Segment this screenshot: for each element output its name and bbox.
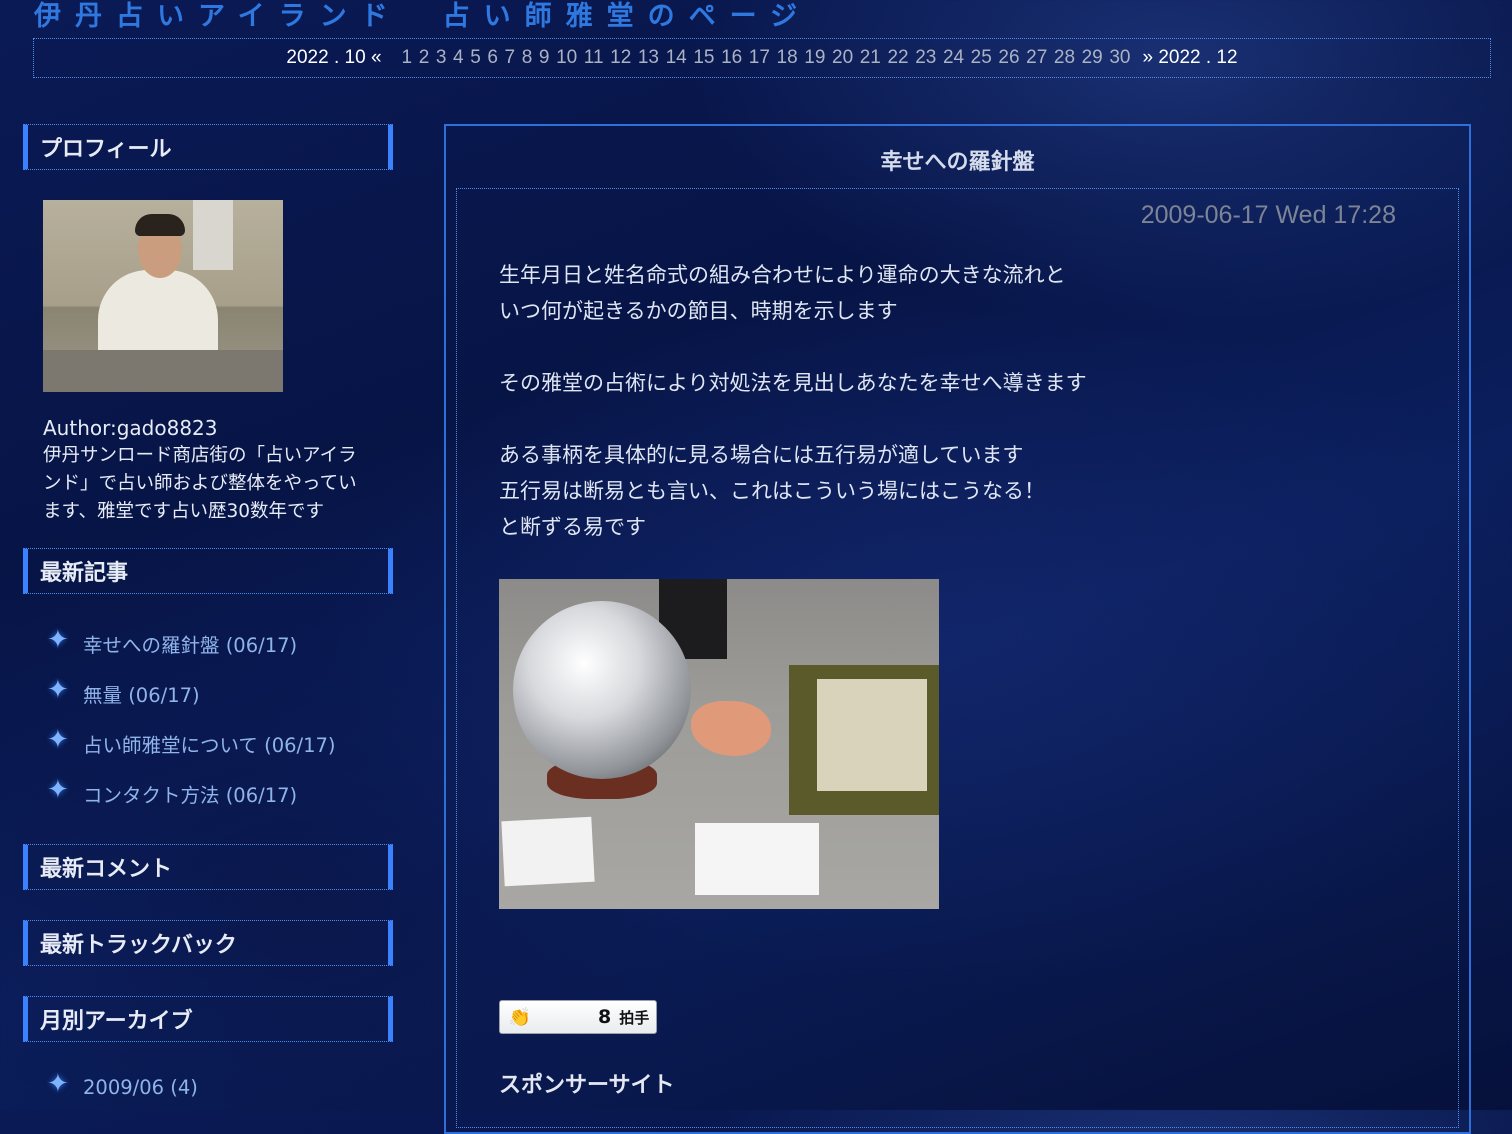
list-item: 無量 (06/17) [43,668,393,718]
calendar-day-30[interactable]: 30 [1109,47,1130,69]
calendar-day-27[interactable]: 27 [1026,47,1047,69]
entry-date: 2009-06-17 Wed 17:28 [1140,201,1396,229]
calendar-day-7[interactable]: 7 [505,47,516,69]
site-title[interactable]: 伊丹占いアイランド 占い師雅堂のページ [34,0,811,33]
calendar-day-12[interactable]: 12 [610,47,631,69]
entry-paragraph: ある事柄を具体的に見る場合には五行易が適しています 五行易は断易とも言い、これはこ… [499,443,1045,539]
recent-post-link[interactable]: コンタクト方法 (06/17) [83,779,297,808]
recent-post-link[interactable]: 幸せへの羅針盤 (06/17) [83,629,297,658]
calendar-day-16[interactable]: 16 [721,47,742,69]
star-icon [43,775,75,809]
clap-label: 拍手 [619,1008,650,1027]
recent-posts-list: 幸せへの羅針盤 (06/17) 無量 (06/17) 占い師雅堂について (06… [23,594,393,838]
calendar-day-19[interactable]: 19 [804,47,825,69]
calendar-day-21[interactable]: 21 [860,47,881,69]
recent-trackbacks-heading: 最新トラックバック [23,920,393,966]
clap-icon: 👏 [508,1006,532,1028]
calendar-bar: 2022 . 10 « 1 2 3 4 5 6 7 8 9 10 11 12 13 14 15 16 17 18 1… [33,38,1491,78]
calendar-day-29[interactable]: 29 [1082,47,1103,69]
entry-text: 生年月日と姓名命式の組み合わせにより運命の大きな流れと いつ何が起きるかの節目、時… [499,257,1087,581]
calendar-day-1[interactable]: 1 [402,47,413,69]
archives-list: 2009/06 (4) [23,1042,393,1132]
calendar-day-25[interactable]: 25 [971,47,992,69]
recent-post-link[interactable]: 占い師雅堂について (06/17) [83,729,336,758]
entry-panel: 幸せへの羅針盤 2009-06-17 Wed 17:28 生年月日と姓名命式の組… [444,124,1471,1134]
profile-author: Author:gado8823 [43,416,218,440]
calendar-day-5[interactable]: 5 [470,47,481,69]
calendar-day-11[interactable]: 11 [584,47,604,69]
list-item: 占い師雅堂について (06/17) [43,718,393,768]
calendar-day-26[interactable]: 26 [998,47,1019,69]
calendar-day-13[interactable]: 13 [638,47,659,69]
list-item: 2009/06 (4) [43,1062,393,1112]
calendar-day-10[interactable]: 10 [556,47,577,69]
entry-title[interactable]: 幸せへの羅針盤 [446,144,1469,176]
calendar-day-4[interactable]: 4 [453,47,464,69]
calendar-day-28[interactable]: 28 [1054,47,1075,69]
sidebar: プロフィール Author:gado8823 伊丹サンロード商店街の「占いアイラ… [23,124,393,1132]
star-icon [43,725,75,759]
calendar-day-2[interactable]: 2 [419,47,430,69]
calendar-day-17[interactable]: 17 [749,47,770,69]
calendar-day-22[interactable]: 22 [887,47,908,69]
list-item: 幸せへの羅針盤 (06/17) [43,618,393,668]
calendar-day-24[interactable]: 24 [943,47,964,69]
calendar-day-20[interactable]: 20 [832,47,853,69]
star-icon [43,675,75,709]
clap-count: 8 [598,1006,612,1028]
calendar-day-6[interactable]: 6 [487,47,498,69]
calendar-prev-link[interactable]: 2022 . 10 « [286,47,381,69]
list-item: コンタクト方法 (06/17) [43,768,393,818]
profile-text: Author:gado8823 伊丹サンロード商店街の「占いアイランド」で占い師… [43,414,373,526]
calendar-day-9[interactable]: 9 [539,47,550,69]
profile-heading: プロフィール [23,124,393,170]
sponsor-heading: スポンサーサイト [499,1073,675,1098]
avatar [43,200,283,392]
calendar-next-link[interactable]: » 2022 . 12 [1142,47,1237,69]
entry-paragraph: その雅堂の占術により対処法を見出しあなたを幸せへ導きます [499,371,1087,395]
star-icon [43,625,75,659]
calendar-day-14[interactable]: 14 [666,47,687,69]
calendar-day-3[interactable]: 3 [436,47,447,69]
archives-heading: 月別アーカイブ [23,996,393,1042]
calendar-day-15[interactable]: 15 [693,47,714,69]
star-icon [43,1069,75,1103]
archive-link[interactable]: 2009/06 (4) [83,1076,198,1099]
calendar-days: 1 2 3 4 5 6 7 8 9 10 11 12 13 14 15 16 17 18 19 20 21 22 23 24 2… [402,47,1131,69]
recent-posts-heading: 最新記事 [23,548,393,594]
profile-description: 伊丹サンロード商店街の「占いアイランド」で占い師および整体をやっています、雅堂で… [43,445,357,522]
entry-body: 2009-06-17 Wed 17:28 生年月日と姓名命式の組み合わせにより運… [456,188,1459,1128]
recent-post-link[interactable]: 無量 (06/17) [83,679,200,708]
entry-photo [499,579,939,909]
calendar-day-8[interactable]: 8 [522,47,533,69]
clap-button[interactable]: 👏 8 拍手 [499,1000,657,1034]
calendar-day-18[interactable]: 18 [777,47,798,69]
calendar-day-23[interactable]: 23 [915,47,936,69]
recent-comments-heading: 最新コメント [23,844,393,890]
entry-paragraph: 生年月日と姓名命式の組み合わせにより運命の大きな流れと いつ何が起きるかの節目、時… [499,263,1066,323]
